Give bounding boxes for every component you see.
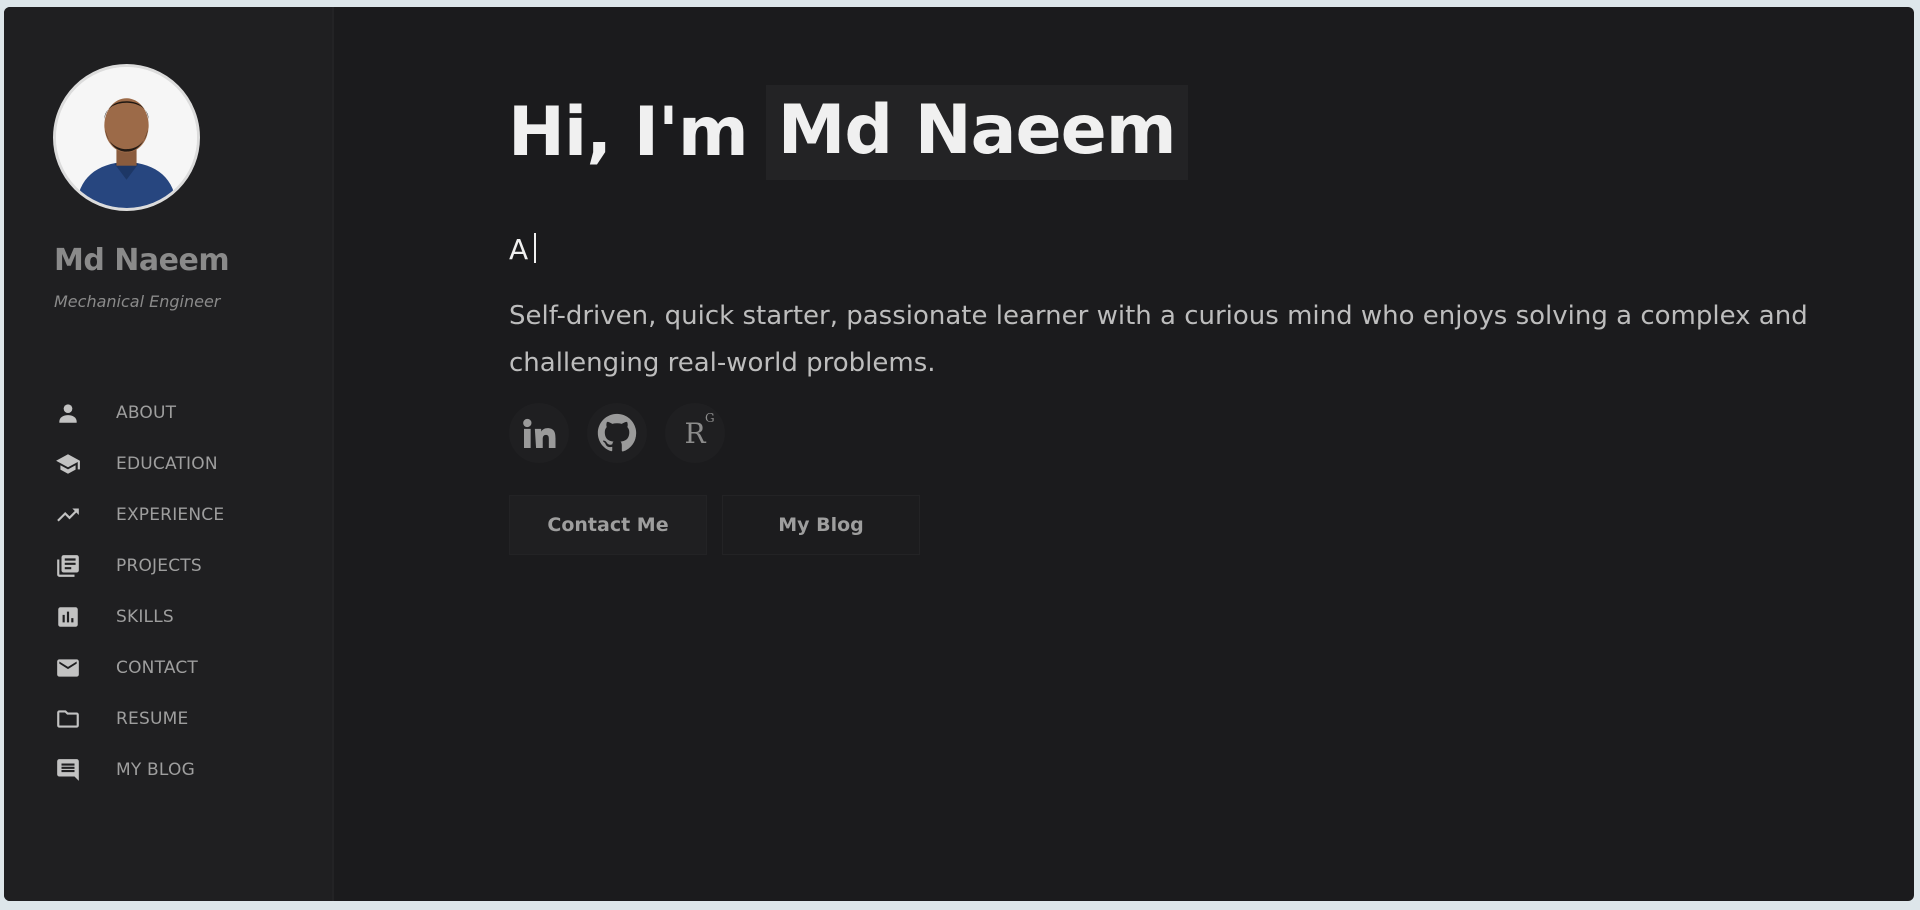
linkedin-link[interactable]	[509, 403, 569, 463]
my-blog-button[interactable]: My Blog	[722, 495, 920, 555]
social-links: RG	[509, 403, 725, 463]
researchgate-icon: RG	[684, 411, 714, 450]
typing-cursor	[534, 233, 537, 263]
sidebar-item-label: MY BLOG	[116, 759, 195, 780]
sidebar-item-label: EXPERIENCE	[116, 504, 225, 525]
hero-headline: Hi, I'm Md Naeem	[508, 85, 1188, 180]
main-content: Hi, I'm Md Naeem A Self-driven, quick st…	[334, 7, 1914, 901]
sidebar-item-projects[interactable]: PROJECTS	[54, 540, 314, 591]
github-link[interactable]	[587, 403, 647, 463]
sidebar-item-label: RESUME	[116, 708, 189, 729]
sidebar-item-label: EDUCATION	[116, 453, 218, 474]
sidebar-item-label: ABOUT	[116, 402, 177, 423]
person-icon	[54, 399, 82, 427]
comment-icon	[54, 756, 82, 784]
mail-icon	[54, 654, 82, 682]
researchgate-letter: R	[684, 416, 706, 450]
hero-bio: Self-driven, quick starter, passionate l…	[509, 301, 1808, 378]
trending-up-icon	[54, 501, 82, 529]
sidebar-item-label: SKILLS	[116, 606, 174, 627]
sidebar-item-skills[interactable]: SKILLS	[54, 591, 314, 642]
avatar	[53, 64, 200, 211]
hero-greeting: Hi, I'm	[508, 93, 749, 172]
sidebar-item-my-blog[interactable]: MY BLOG	[54, 744, 314, 795]
github-icon	[597, 413, 637, 453]
researchgate-sup: G	[704, 410, 715, 425]
sidebar-item-resume[interactable]: RESUME	[54, 693, 314, 744]
hero-buttons: Contact Me My Blog	[509, 495, 920, 555]
app-window: Md Naeem Mechanical Engineer ABOUT EDUCA…	[4, 7, 1914, 901]
graduation-cap-icon	[54, 450, 82, 478]
contact-me-button[interactable]: Contact Me	[509, 495, 707, 555]
sidebar-item-about[interactable]: ABOUT	[54, 387, 314, 438]
sidebar-nav: ABOUT EDUCATION EXPERIENCE PROJECTS SKIL…	[54, 387, 314, 795]
sidebar-item-label: PROJECTS	[116, 555, 202, 576]
typed-text: A	[509, 233, 529, 266]
folder-icon	[54, 705, 82, 733]
sidebar-item-label: CONTACT	[116, 657, 199, 678]
hero-name: Md Naeem	[765, 85, 1188, 180]
sidebar-item-experience[interactable]: EXPERIENCE	[54, 489, 314, 540]
linkedin-icon	[519, 413, 559, 453]
sidebar-item-contact[interactable]: CONTACT	[54, 642, 314, 693]
sidebar: Md Naeem Mechanical Engineer ABOUT EDUCA…	[4, 7, 334, 901]
bar-chart-icon	[54, 603, 82, 631]
typed-subtitle: A	[509, 233, 537, 266]
library-books-icon	[54, 552, 82, 580]
researchgate-link[interactable]: RG	[665, 403, 725, 463]
profile-title: Mechanical Engineer	[54, 292, 221, 311]
profile-name: Md Naeem	[54, 243, 230, 278]
sidebar-item-education[interactable]: EDUCATION	[54, 438, 314, 489]
